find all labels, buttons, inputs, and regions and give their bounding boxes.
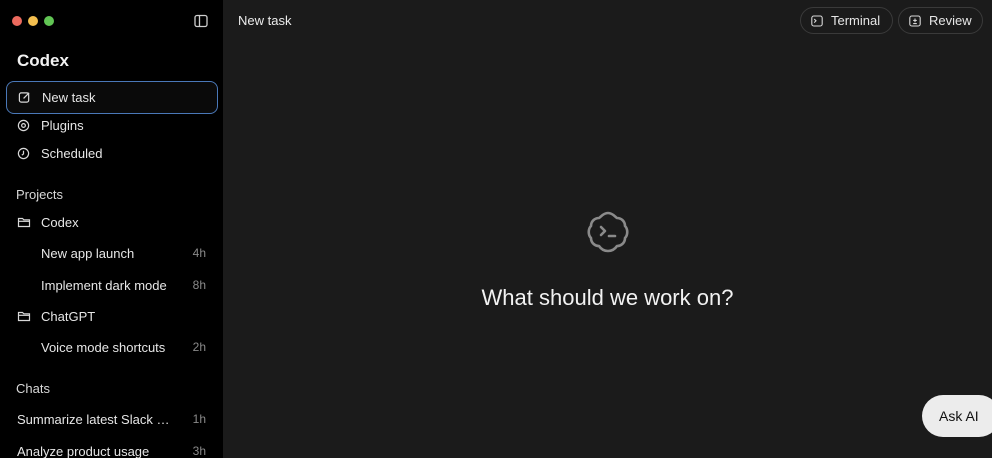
ask-ai-button[interactable]: Ask AI [922,395,992,437]
task-item[interactable]: Voice mode shortcuts 2h [6,333,218,361]
task-time: 8h [192,278,206,292]
task-title: New app launch [41,245,135,261]
chat-item[interactable]: Analyze product usage 3h [6,437,218,458]
edit-icon [18,92,30,103]
minimize-window-button[interactable] [28,16,38,26]
nav-label: Plugins [41,118,84,133]
projects-heading: Projects [16,187,63,202]
review-icon [909,14,921,27]
chats-heading: Chats [16,381,50,396]
task-title: Voice mode shortcuts [41,339,166,355]
task-item[interactable]: New app launch 4h [6,239,218,267]
nav-scheduled[interactable]: Scheduled [6,137,218,170]
project-name: ChatGPT [41,308,96,324]
project-name: Codex [41,214,79,230]
close-window-button[interactable] [12,16,22,26]
chat-time: 1h [192,412,206,426]
chat-item[interactable]: Summarize latest Slack m... 1h [6,405,218,433]
codex-cloud-terminal-icon [587,211,629,253]
task-time: 2h [192,340,206,354]
review-button[interactable]: Review [898,7,983,34]
terminal-button[interactable]: Terminal [800,7,893,34]
window-controls [12,16,54,26]
clock-icon [17,147,30,160]
plugin-icon [17,119,30,132]
app-title: Codex [17,51,69,70]
chat-time: 3h [192,444,206,458]
main-panel: New task Terminal Review What should we … [223,0,992,458]
sidebar-toggle-icon[interactable] [193,13,209,29]
project-codex[interactable]: Codex [6,208,218,236]
folder-icon [17,311,31,322]
chat-title: Summarize latest Slack m... [17,411,178,427]
task-item[interactable]: Implement dark mode 8h [6,271,218,299]
terminal-icon [811,14,823,27]
sidebar: Codex New task Plugins Scheduled Project… [0,0,223,458]
folder-icon [17,217,31,228]
terminal-label: Terminal [831,13,881,28]
task-time: 4h [192,246,206,260]
task-title: Implement dark mode [41,277,167,293]
chat-title: Analyze product usage [17,443,150,458]
review-label: Review [929,13,972,28]
prompt-heading: What should we work on? [481,285,734,310]
project-chatgpt[interactable]: ChatGPT [6,302,218,330]
nav-label: Scheduled [41,146,103,161]
page-title: New task [238,13,292,28]
nav-label: New task [42,90,96,105]
zoom-window-button[interactable] [44,16,54,26]
